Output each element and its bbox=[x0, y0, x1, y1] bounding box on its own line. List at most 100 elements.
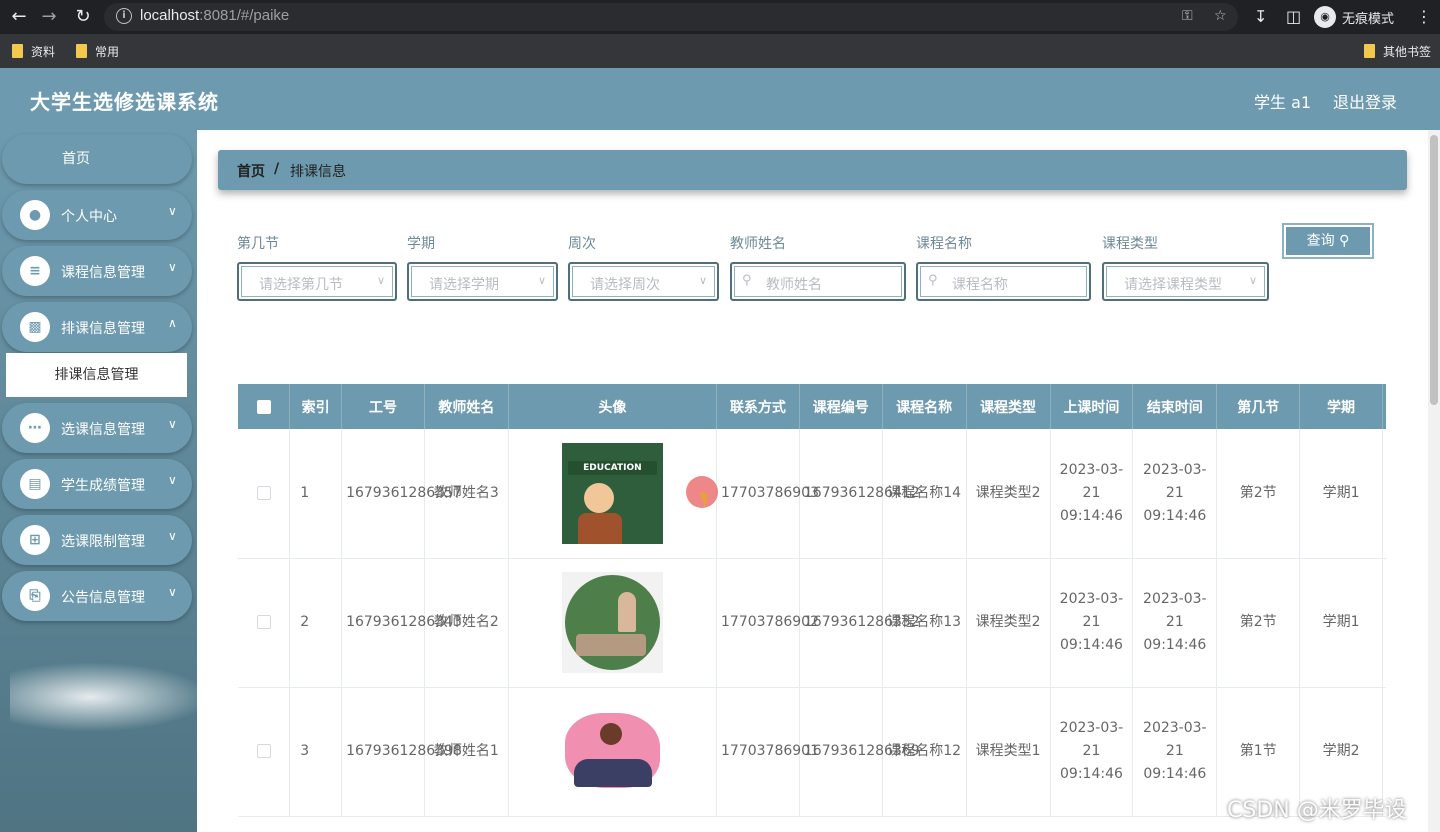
course-type-select[interactable]: 请选择课程类型 ∨ bbox=[1102, 262, 1269, 301]
search-icon: ⚲ bbox=[742, 273, 752, 288]
sidebar: 首页 ● 个人中心 ∨ ≡ 课程信息管理 ∨ ▩ 排课信息管理 ∧ 排课信息管理… bbox=[0, 130, 210, 832]
column-header: 周次 bbox=[1382, 384, 1386, 429]
filter-label-section: 第几节 bbox=[237, 236, 279, 252]
briefcase-icon: ▩ bbox=[20, 312, 50, 342]
list-icon: ≡ bbox=[20, 256, 50, 286]
decorative-blur bbox=[10, 662, 210, 732]
avatar bbox=[561, 572, 663, 673]
chevron-down-icon: ∨ bbox=[168, 260, 177, 274]
logout-link[interactable]: 退出登录 bbox=[1333, 89, 1397, 113]
chevron-down-icon: ∨ bbox=[168, 204, 177, 218]
bookmarks-bar: 资料 常用 其他书签 bbox=[0, 34, 1440, 68]
folder-icon bbox=[1364, 44, 1375, 58]
teacher-name-input[interactable]: ⚲ 教师姓名 bbox=[730, 262, 906, 301]
current-user: 学生 a1 bbox=[1254, 93, 1312, 112]
table-row[interactable]: 3 1679361286398 教师姓名1 17703786901 167936… bbox=[238, 687, 1386, 817]
row-checkbox[interactable] bbox=[238, 687, 291, 817]
table-row[interactable]: 1 1679361286357 教师姓名3 EDUCATION 17703786… bbox=[238, 429, 1386, 559]
ticket-icon: ⎘ bbox=[20, 581, 50, 611]
more-menu-icon[interactable]: ⋮ bbox=[1416, 6, 1432, 28]
bookmark-folder[interactable]: 资料 bbox=[12, 42, 55, 60]
filter-label-teacher: 教师姓名 bbox=[730, 236, 786, 252]
scrollbar-thumb[interactable] bbox=[1430, 135, 1438, 405]
incognito-indicator[interactable]: ◉ 无痕模式 bbox=[1314, 5, 1394, 29]
column-header: 工号 bbox=[341, 384, 425, 429]
back-icon[interactable]: ← bbox=[8, 6, 30, 28]
star-icon[interactable]: ☆ bbox=[1214, 8, 1227, 24]
term-select[interactable]: 请选择学期 ∨ bbox=[407, 262, 558, 301]
app-title: 大学生选修选课系统 bbox=[30, 90, 219, 114]
search-button[interactable]: 查询 ⚲ bbox=[1282, 223, 1374, 259]
table-header-row: 索引 工号 教师姓名 头像 联系方式 课程编号 课程名称 课程类型 上课时间 结… bbox=[238, 384, 1386, 429]
column-header: 课程编号 bbox=[799, 384, 883, 429]
watermark: CSDN @米罗毕设 bbox=[1227, 798, 1407, 823]
column-header: 上课时间 bbox=[1050, 384, 1134, 429]
sidebar-item-notice[interactable]: ⎘ 公告信息管理 ∨ bbox=[2, 571, 192, 621]
chevron-up-icon: ∧ bbox=[168, 316, 177, 330]
sidebar-item-course-info[interactable]: ≡ 课程信息管理 ∨ bbox=[2, 246, 192, 296]
breadcrumb-separator: / bbox=[274, 161, 280, 177]
chevron-down-icon: ∨ bbox=[168, 529, 177, 543]
column-header: 头像 bbox=[508, 384, 718, 429]
filter-label-course-type: 课程类型 bbox=[1102, 236, 1158, 252]
table-row[interactable]: 2 1679361286343 教师姓名2 17703786902 167936… bbox=[238, 558, 1386, 688]
app-header: 大学生选修选课系统 学生 a1 退出登录 bbox=[0, 68, 1440, 130]
column-header: 索引 bbox=[289, 384, 343, 429]
sidebar-item-profile[interactable]: ● 个人中心 ∨ bbox=[2, 190, 192, 240]
teacher-avatar-cell bbox=[508, 687, 718, 817]
week-select[interactable]: 请选择周次 ∨ bbox=[568, 262, 719, 301]
key-icon[interactable]: ⚿ bbox=[1182, 8, 1193, 24]
folder-icon bbox=[76, 44, 87, 58]
grid-icon: ⊞ bbox=[20, 525, 50, 555]
schedule-table: 索引 工号 教师姓名 头像 联系方式 课程编号 课程名称 课程类型 上课时间 结… bbox=[238, 384, 1386, 832]
chevron-down-icon: ∨ bbox=[376, 274, 385, 287]
sidebar-item-limits[interactable]: ⊞ 选课限制管理 ∨ bbox=[2, 515, 192, 565]
sidebar-item-grades[interactable]: ▤ 学生成绩管理 ∨ bbox=[2, 459, 192, 509]
column-header: 课程类型 bbox=[966, 384, 1051, 429]
column-header: 结束时间 bbox=[1132, 384, 1218, 429]
sidebar-item-schedule[interactable]: ▩ 排课信息管理 ∧ bbox=[2, 302, 192, 352]
search-icon: ⚲ bbox=[1339, 233, 1350, 249]
column-header: 联系方式 bbox=[716, 384, 800, 429]
sidebar-item-selection[interactable]: ⋯ 选课信息管理 ∨ bbox=[2, 403, 192, 453]
url-text: localhost:8081/#/paike bbox=[140, 7, 290, 24]
chevron-down-icon: ∨ bbox=[168, 417, 177, 431]
sidepanel-icon[interactable]: ◫ bbox=[1286, 6, 1301, 28]
reload-icon[interactable]: ↻ bbox=[72, 6, 94, 28]
course-name-input[interactable]: ⚲ 课程名称 bbox=[916, 262, 1091, 301]
column-header: 课程名称 bbox=[882, 384, 967, 429]
chevron-down-icon: ∨ bbox=[168, 473, 177, 487]
row-checkbox[interactable] bbox=[238, 558, 291, 688]
filter-label-term: 学期 bbox=[407, 236, 435, 252]
page-scrollbar[interactable] bbox=[1428, 130, 1440, 832]
site-info-icon[interactable]: i bbox=[116, 8, 132, 24]
avatar bbox=[562, 701, 663, 802]
forward-icon[interactable]: → bbox=[38, 6, 60, 28]
chevron-down-icon: ∨ bbox=[1248, 274, 1257, 287]
column-header: 第几节 bbox=[1216, 384, 1301, 429]
section-select[interactable]: 请选择第几节 ∨ bbox=[237, 262, 397, 301]
select-all-checkbox[interactable] bbox=[238, 384, 291, 429]
chevron-down-icon: ∨ bbox=[698, 274, 707, 287]
bookmark-folder[interactable]: 常用 bbox=[76, 42, 119, 60]
sidebar-subitem-schedule[interactable]: 排课信息管理 bbox=[6, 353, 187, 397]
folder-icon bbox=[12, 44, 23, 58]
sidebar-item-home[interactable]: 首页 bbox=[2, 134, 192, 184]
teacher-avatar-cell bbox=[508, 558, 718, 688]
row-checkbox[interactable] bbox=[238, 429, 291, 559]
filter-label-week: 周次 bbox=[568, 236, 596, 252]
breadcrumb-home[interactable]: 首页 bbox=[237, 161, 265, 181]
chat-icon: ⋯ bbox=[20, 413, 50, 443]
clipboard-icon: ▤ bbox=[20, 469, 50, 499]
avatar: EDUCATION bbox=[561, 442, 663, 544]
incognito-icon: ◉ bbox=[1314, 6, 1336, 28]
person-icon: ● bbox=[20, 200, 50, 230]
breadcrumb: 首页 / 排课信息 bbox=[218, 150, 1407, 190]
search-icon: ⚲ bbox=[928, 273, 938, 288]
other-bookmarks[interactable]: 其他书签 bbox=[1364, 42, 1431, 60]
chevron-down-icon: ∨ bbox=[168, 585, 177, 599]
column-header: 教师姓名 bbox=[424, 384, 509, 429]
address-bar[interactable]: i localhost:8081/#/paike ⚿ ☆ bbox=[104, 3, 1238, 31]
chevron-down-icon: ∨ bbox=[537, 274, 546, 287]
download-icon[interactable]: ↧ bbox=[1254, 6, 1267, 28]
